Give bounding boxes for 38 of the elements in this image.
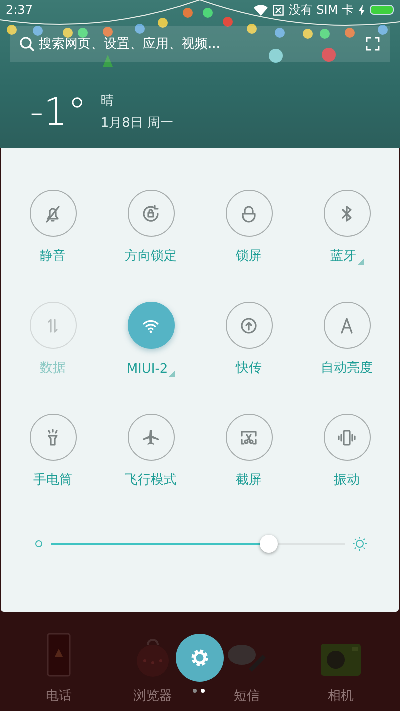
settings-icon: [190, 648, 210, 668]
phone-icon: [47, 633, 71, 677]
app-label[interactable]: 短信: [234, 687, 260, 705]
settings-button[interactable]: [176, 634, 224, 682]
toggle-tile[interactable]: 自动亮度: [298, 302, 396, 377]
app-label[interactable]: 相机: [328, 687, 354, 705]
page-dot[interactable]: [201, 689, 205, 693]
toggle-tile[interactable]: 快传: [200, 302, 298, 377]
toggle-tile[interactable]: 截屏: [200, 414, 298, 489]
battery-icon: [370, 5, 394, 15]
camera-icon: [320, 643, 362, 677]
search-field[interactable]: 搜索网页、设置、应用、视频...: [39, 36, 362, 52]
toggle-tile[interactable]: 手电筒: [4, 414, 102, 489]
app-label[interactable]: 电话: [46, 687, 72, 705]
charging-icon: [359, 4, 365, 16]
wifi-icon: [254, 4, 268, 16]
temperature: -1°: [30, 93, 87, 131]
toggle-tile[interactable]: 锁屏: [200, 190, 298, 265]
scan-icon[interactable]: [366, 37, 380, 51]
no-sim-text: 没有 SIM 卡: [288, 2, 354, 18]
ornament-icon: [135, 637, 171, 677]
sun-icon: [353, 537, 367, 551]
slider-thumb[interactable]: [260, 535, 278, 553]
toggle-tile[interactable]: 静音: [4, 190, 102, 265]
app-label[interactable]: 浏览器: [134, 687, 172, 705]
status-time: 2:37: [6, 3, 34, 17]
sim-card-icon: [272, 4, 284, 16]
search-bar[interactable]: 搜索网页、设置、应用、视频...: [10, 26, 390, 62]
toggle-tile[interactable]: MIUI-2: [102, 302, 200, 377]
toggle-tile[interactable]: 蓝牙: [298, 190, 396, 265]
dim-brightness-icon: [35, 540, 43, 548]
page-dot[interactable]: [193, 689, 197, 693]
toggle-tile[interactable]: 飞行模式: [102, 414, 200, 489]
weather-date: 1月8日 周一: [100, 115, 174, 132]
weather-condition: 晴: [100, 93, 115, 110]
toggle-tile[interactable]: 方向锁定: [102, 190, 200, 265]
toggle-tile[interactable]: 振动: [298, 414, 396, 489]
search-icon: [20, 36, 35, 52]
